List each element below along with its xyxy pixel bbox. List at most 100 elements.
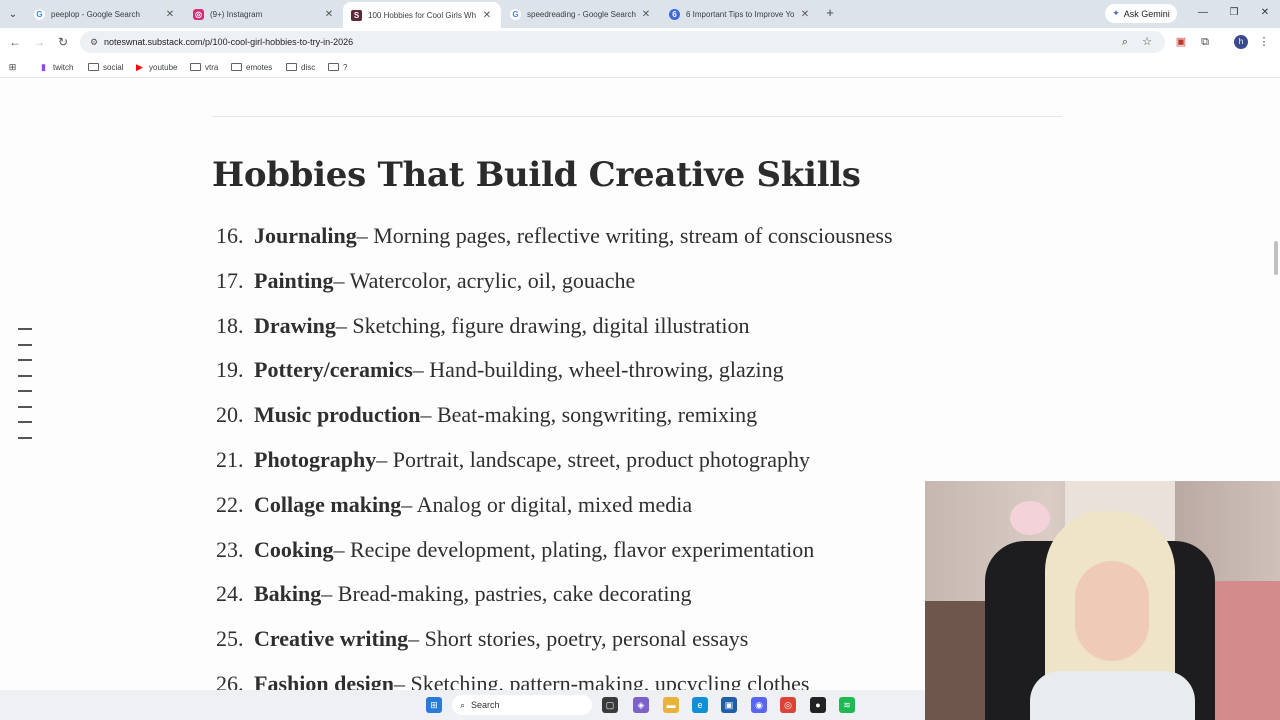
file-explorer-icon[interactable]: ▬ xyxy=(663,697,679,713)
tab-close-icon[interactable]: ✕ xyxy=(481,10,493,21)
scrollbar-thumb[interactable] xyxy=(1274,241,1278,275)
minimize-icon[interactable]: — xyxy=(1194,5,1212,21)
tab-close-icon[interactable]: ✕ xyxy=(799,9,811,20)
toc-line xyxy=(18,343,32,346)
tab-google-search-speedreading[interactable]: G speedreading - Google Search ✕ xyxy=(502,2,660,26)
tab-tips-article[interactable]: 6 6 Important Tips to Improve Yo ✕ xyxy=(661,2,819,26)
obs-icon[interactable]: ● xyxy=(810,697,826,713)
hobby-list: 16. Journaling – Morning pages, reflectiv… xyxy=(216,223,893,690)
tab-title: (9+) Instagram xyxy=(210,9,263,19)
windows-taskbar: ⊞ ⌕ Search ▢ ◈ ▬ e ▣ ◉ ◎ ● ≋ xyxy=(0,690,925,720)
site-info-icon[interactable]: ⚙ xyxy=(84,37,104,48)
search-icon: ⌕ xyxy=(460,699,466,710)
tab-close-icon[interactable]: ✕ xyxy=(323,9,335,20)
tab-hobbies-article[interactable]: S 100 Hobbies for Cool Girls Wh ✕ xyxy=(343,2,501,28)
item-name: Baking xyxy=(254,581,322,607)
bookmark-question[interactable]: ? xyxy=(328,60,347,74)
ask-gemini-label: Ask Gemini xyxy=(1123,8,1170,19)
list-item: 25. Creative writing – Short stories, poe… xyxy=(216,626,893,671)
item-name: Painting xyxy=(254,267,334,293)
apps-grid-icon[interactable]: ⊞ xyxy=(7,60,18,74)
windows-start-icon[interactable]: ⊞ xyxy=(426,697,442,713)
bookmark-label: youtube xyxy=(149,62,178,72)
discord-icon[interactable]: ◉ xyxy=(751,697,767,713)
toc-line xyxy=(18,421,32,423)
tab-search-chevron-icon[interactable]: ⌄ xyxy=(4,5,22,23)
list-item: 21. Photography – Portrait, landscape, st… xyxy=(216,447,893,492)
section-heading: Hobbies That Build Creative Skills xyxy=(212,155,861,195)
tab-title: peeplop - Google Search xyxy=(51,9,140,19)
folder-icon xyxy=(231,63,242,71)
item-number: 22. xyxy=(216,491,244,517)
webcam-person-face xyxy=(1075,561,1149,661)
bookmark-star-icon[interactable]: ☆ xyxy=(1139,34,1155,50)
toc-line xyxy=(18,390,32,392)
item-description: – Bread-making, pastries, cake decoratin… xyxy=(321,581,692,607)
bookmark-label: social xyxy=(103,62,124,72)
toc-line xyxy=(18,405,32,408)
zoom-icon[interactable]: ⌕ xyxy=(1117,34,1133,50)
toc-line xyxy=(18,328,32,330)
folder-icon xyxy=(88,63,99,71)
section-divider xyxy=(212,116,1062,117)
extensions-puzzle-icon[interactable]: ⧉ xyxy=(1197,34,1213,50)
folder-icon xyxy=(286,63,297,71)
close-window-icon[interactable]: ✕ xyxy=(1256,5,1274,21)
item-name: Drawing xyxy=(254,312,336,338)
taskbar-search-box[interactable]: ⌕ Search xyxy=(452,695,592,715)
list-item: 18. Drawing – Sketching, figure drawing, … xyxy=(216,313,893,358)
new-tab-button[interactable]: + xyxy=(822,5,838,21)
item-name: Music production xyxy=(254,402,421,428)
address-bar[interactable]: ⚙ noteswnat.substack.com/p/100-cool-girl… xyxy=(80,31,1165,53)
bookmark-vtra[interactable]: vtra xyxy=(190,60,218,74)
menu-kebab-icon[interactable]: ⋮ xyxy=(1256,34,1272,50)
bookmark-social[interactable]: social xyxy=(88,60,123,74)
list-item: 23. Cooking – Recipe development, plating… xyxy=(216,537,893,582)
item-number: 26. xyxy=(216,670,244,690)
tab-strip: ⌄ G peeplop - Google Search ✕ ◎ (9+) Ins… xyxy=(0,0,1280,28)
gemini-sparkle-icon: ✦ xyxy=(1112,8,1120,18)
table-of-contents-toggle[interactable] xyxy=(18,328,32,452)
tab-title: 6 Important Tips to Improve Yo xyxy=(686,9,795,19)
item-description: – Sketching, figure drawing, digital ill… xyxy=(335,312,750,338)
restore-icon[interactable]: ❐ xyxy=(1225,5,1243,21)
bookmark-label: twitch xyxy=(53,62,74,72)
task-view-icon[interactable]: ▢ xyxy=(602,697,618,713)
tab-close-icon[interactable]: ✕ xyxy=(164,9,176,20)
item-name: Creative writing xyxy=(254,626,409,652)
forward-arrow-icon[interactable]: → xyxy=(31,34,47,50)
tab-close-icon[interactable]: ✕ xyxy=(640,9,652,20)
tab-instagram[interactable]: ◎ (9+) Instagram ✕ xyxy=(185,2,343,26)
item-description: – Analog or digital, mixed media xyxy=(401,491,693,517)
toc-line xyxy=(18,374,32,377)
bookmark-disc[interactable]: disc xyxy=(286,60,315,74)
edge-icon[interactable]: e xyxy=(692,697,708,713)
profile-avatar[interactable]: h xyxy=(1234,35,1248,49)
list-item: 17. Painting – Watercolor, acrylic, oil, … xyxy=(216,268,893,313)
url-text[interactable]: noteswnat.substack.com/p/100-cool-girl-h… xyxy=(104,37,353,47)
item-description: – Watercolor, acrylic, oil, gouache xyxy=(333,267,636,293)
item-name: Photography xyxy=(254,446,377,472)
store-icon[interactable]: ▣ xyxy=(721,697,737,713)
ask-gemini-button[interactable]: ✦ Ask Gemini xyxy=(1105,4,1177,23)
tab-title: 100 Hobbies for Cool Girls Wh xyxy=(368,10,477,20)
bookmark-label: disc xyxy=(301,62,316,72)
back-arrow-icon[interactable]: ← xyxy=(7,34,23,50)
item-description: – Morning pages, reflective writing, str… xyxy=(356,223,893,248)
bookmark-emotes[interactable]: emotes xyxy=(231,60,272,74)
bookmark-twitch[interactable]: ▮ twitch xyxy=(38,60,73,74)
copilot-icon[interactable]: ◈ xyxy=(633,697,649,713)
chrome-icon[interactable]: ◎ xyxy=(780,697,796,713)
bookmark-label: vtra xyxy=(205,62,219,72)
reload-icon[interactable]: ↻ xyxy=(55,34,71,50)
item-number: 23. xyxy=(216,536,244,562)
webcam-person-shirt xyxy=(1030,671,1195,720)
webcam-plush-toy xyxy=(1010,501,1050,535)
google-icon: G xyxy=(34,8,45,20)
item-description: – Hand-building, wheel-throwing, glazing xyxy=(412,357,784,383)
item-name: Collage making xyxy=(254,491,402,517)
tab-google-search-peeplop[interactable]: G peeplop - Google Search ✕ xyxy=(26,2,184,26)
spotify-icon[interactable]: ≋ xyxy=(839,697,855,713)
bookmark-youtube[interactable]: ▶ youtube xyxy=(134,60,177,74)
extension-icon[interactable]: ▣ xyxy=(1173,34,1189,50)
